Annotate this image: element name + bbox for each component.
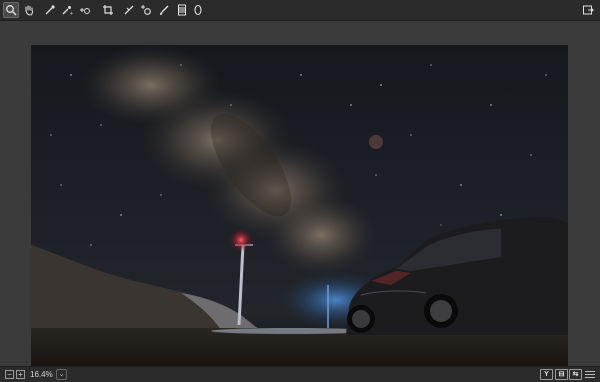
export-icon[interactable] <box>580 2 596 18</box>
night-sky-photo <box>31 45 568 382</box>
eyedropper-icon[interactable] <box>42 2 58 18</box>
hamburger-icon[interactable] <box>585 370 595 379</box>
svg-text:+: + <box>70 11 73 16</box>
status-bar: − + 16.4% ⌄ Y ⊟ ⇆ <box>0 366 600 382</box>
brush-icon[interactable] <box>156 2 172 18</box>
gradient-icon[interactable] <box>174 2 190 18</box>
zoom-in-button[interactable]: + <box>16 370 25 379</box>
compare-split-button[interactable]: ⊟ <box>555 369 568 380</box>
before-after-button[interactable]: Y <box>540 369 553 380</box>
compare-swap-button[interactable]: ⇆ <box>569 369 582 380</box>
image-viewer[interactable] <box>0 21 600 382</box>
zoom-icon[interactable] <box>3 2 19 18</box>
heal-icon[interactable] <box>138 2 154 18</box>
radial-filter-icon[interactable] <box>190 2 206 18</box>
crop-icon[interactable] <box>100 2 116 18</box>
photo-canvas[interactable] <box>31 45 568 382</box>
zoom-dropdown[interactable]: ⌄ <box>56 369 67 380</box>
color-picker-icon[interactable]: + <box>59 2 75 18</box>
color-sampler-icon[interactable] <box>77 2 93 18</box>
zoom-level: 16.4% <box>30 370 53 379</box>
straighten-icon[interactable] <box>121 2 137 18</box>
zoom-out-button[interactable]: − <box>5 370 14 379</box>
top-toolbar: + <box>0 0 600 21</box>
hand-icon[interactable] <box>21 2 37 18</box>
